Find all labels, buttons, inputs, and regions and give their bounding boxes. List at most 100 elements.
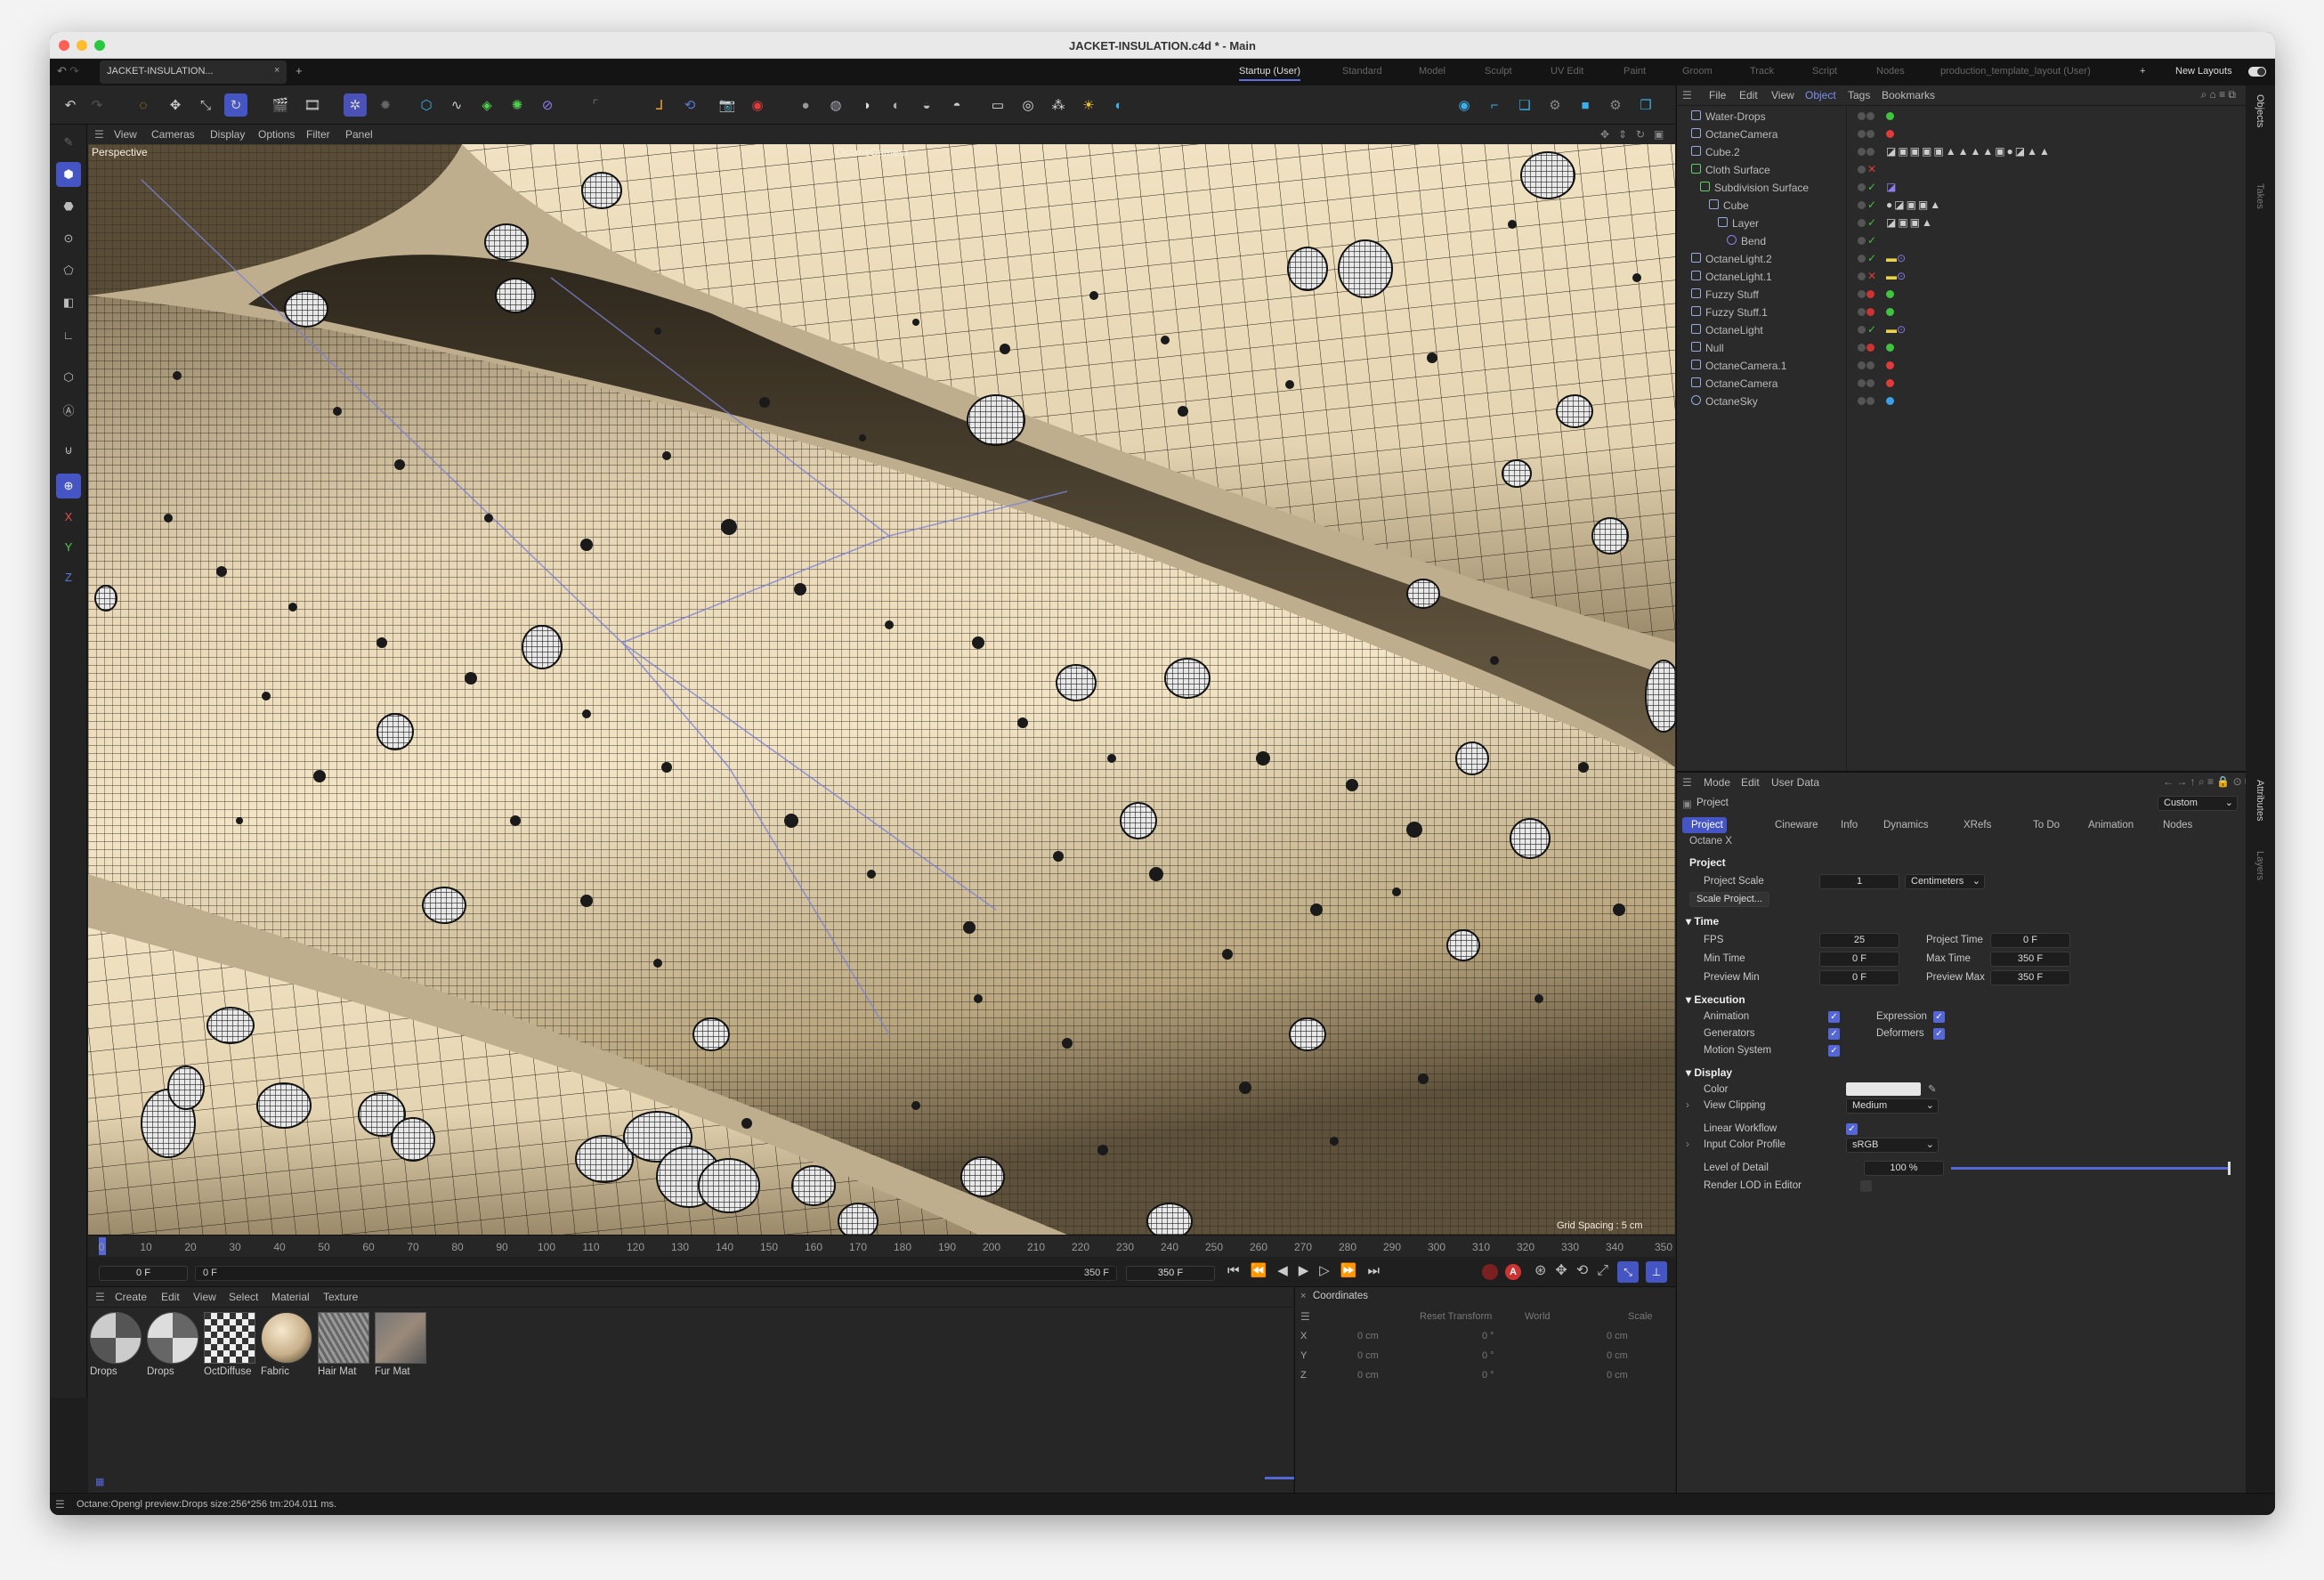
object-row-water-drops[interactable]: Water-Drops: [1677, 108, 2247, 126]
material-drops-1[interactable]: Drops: [90, 1312, 143, 1381]
material-fur[interactable]: Fur Mat: [375, 1312, 428, 1381]
object-row-octanecamera-2[interactable]: OctaneCamera: [1677, 375, 2247, 393]
coordinate-space-select[interactable]: World: [1525, 1311, 1551, 1322]
sky-tag-icon[interactable]: [1886, 397, 1894, 405]
timeline[interactable]: 0 10 20 30 40 50 60 70 80 90 100 110 120…: [88, 1235, 1675, 1286]
camera-tag-icon[interactable]: [1886, 361, 1894, 369]
viewport-menu-view[interactable]: View: [114, 128, 137, 141]
attribute-menu-edit[interactable]: Edit: [1741, 776, 1760, 789]
material-hair[interactable]: Hair Mat: [318, 1312, 371, 1381]
project-time-field[interactable]: 0 F: [1990, 933, 2070, 948]
magnet-snap-icon[interactable]: ⊍: [56, 438, 81, 463]
project-scale-unit-select[interactable]: Centimeters ⌄: [1905, 874, 1985, 889]
preview-max-field[interactable]: 350 F: [1990, 970, 2070, 985]
disabled-icon[interactable]: ✕: [1867, 163, 1876, 175]
object-hamburger-icon[interactable]: ☰: [1682, 89, 1692, 101]
tab-project[interactable]: Project: [1691, 820, 1723, 831]
move-icon[interactable]: ✥: [164, 93, 187, 117]
viewport-maximize-icon[interactable]: ▣: [1654, 128, 1664, 141]
viewport-menu-options[interactable]: Options: [258, 128, 295, 141]
timeline-ruler[interactable]: 0 10 20 30 40 50 60 70 80 90 100 110 120…: [88, 1236, 1675, 1257]
object-row-octanecamera[interactable]: OctaneCamera: [1677, 126, 2247, 143]
keyframe-selection-icon[interactable]: ⊛: [1534, 1263, 1555, 1278]
cube-primitive-icon[interactable]: ⬡: [415, 93, 438, 117]
autokey-icon[interactable]: A: [1505, 1264, 1521, 1280]
layout-model[interactable]: Model: [1419, 66, 1445, 77]
add-layout-icon[interactable]: +: [2140, 66, 2145, 77]
octane-camera-icon[interactable]: ◉: [746, 93, 769, 117]
level-of-detail-field[interactable]: 100 %: [1864, 1161, 1944, 1176]
mix-material-icon[interactable]: ◒: [915, 93, 938, 117]
object-row-cloth-surface[interactable]: Cloth Surface ✕: [1677, 161, 2247, 179]
attribute-menu-user-data[interactable]: User Data: [1771, 776, 1819, 789]
fps-field[interactable]: 25: [1819, 933, 1899, 948]
position-z-field[interactable]: 0 cm: [1357, 1370, 1379, 1381]
add-tab-icon[interactable]: +: [296, 64, 303, 77]
camera-icon[interactable]: 📷: [716, 93, 739, 117]
timeline-settings-icon[interactable]: ⊥: [1646, 1261, 1667, 1283]
layout-production-template[interactable]: production_template_layout (User): [1940, 66, 2091, 77]
object-tag-icon[interactable]: [1886, 308, 1894, 316]
daylight-icon[interactable]: ☀: [1077, 93, 1100, 117]
octane-settings-icon[interactable]: ✹: [374, 93, 397, 117]
viewport-hamburger-icon[interactable]: ☰: [94, 128, 104, 141]
position-y-field[interactable]: 0 cm: [1357, 1350, 1379, 1361]
display-section-toggle[interactable]: ▾ Display: [1686, 1066, 1732, 1079]
deformers-checkbox[interactable]: ✓: [1933, 1028, 1945, 1040]
field-icon[interactable]: ⌜: [584, 93, 607, 117]
scale-z-field[interactable]: 0 cm: [1607, 1370, 1628, 1381]
uv-mode-icon[interactable]: Ⓐ: [56, 397, 81, 422]
previous-keyframe-icon[interactable]: ⏪: [1251, 1263, 1278, 1278]
view-clipping-select[interactable]: Medium ⌄: [1846, 1098, 1939, 1114]
next-keyframe-icon[interactable]: ⏩: [1340, 1263, 1368, 1278]
layout-script[interactable]: Script: [1812, 66, 1837, 77]
z-axis-lock-icon[interactable]: Z: [56, 564, 81, 589]
world-coordinate-icon[interactable]: ⊕: [56, 474, 81, 498]
material-menu-view[interactable]: View: [193, 1291, 216, 1303]
layout-paint[interactable]: Paint: [1624, 66, 1646, 77]
position-key-icon[interactable]: ✥: [1555, 1263, 1575, 1278]
octane-live-viewer-icon[interactable]: ✲: [344, 93, 367, 117]
object-search-icons[interactable]: ⌕ ⌂ ≡ ⧉: [2200, 88, 2236, 101]
layout-standard[interactable]: Standard: [1342, 66, 1382, 77]
object-row-octanelight[interactable]: OctaneLight ✓ ▬ ⊙: [1677, 321, 2247, 339]
layout-groom[interactable]: Groom: [1682, 66, 1713, 77]
layout-nodes[interactable]: Nodes: [1876, 66, 1905, 77]
generators-checkbox[interactable]: ✓: [1828, 1028, 1840, 1040]
object-menu-file[interactable]: File: [1709, 89, 1726, 101]
rotation-z-field[interactable]: 0 °: [1482, 1370, 1494, 1381]
side-tab-objects[interactable]: Objects: [2255, 94, 2265, 127]
object-mode-icon[interactable]: ⬣: [56, 194, 81, 219]
min-time-field[interactable]: 0 F: [1819, 952, 1899, 967]
side-tab-takes[interactable]: Takes: [2255, 183, 2265, 209]
viewport-menu-panel[interactable]: Panel: [345, 128, 373, 141]
record-keys-icon[interactable]: [1482, 1264, 1498, 1280]
position-x-field[interactable]: 0 cm: [1357, 1331, 1379, 1341]
reset-transform-button[interactable]: Reset Transform: [1420, 1311, 1492, 1322]
camera-tag-icon[interactable]: [1886, 379, 1894, 387]
new-layouts-toggle[interactable]: [2248, 67, 2266, 77]
object-row-layer[interactable]: Layer ✓ ◪▣▣▲: [1677, 215, 2247, 232]
viewport-move-icon[interactable]: ⇕: [1618, 128, 1627, 141]
layout-uv-edit[interactable]: UV Edit: [1551, 66, 1583, 77]
make-editable-icon[interactable]: ✎: [56, 130, 81, 155]
linear-workflow-checkbox[interactable]: ✓: [1846, 1123, 1858, 1135]
area-light-icon[interactable]: ▭: [986, 93, 1009, 117]
previous-frame-icon[interactable]: ◀: [1277, 1263, 1299, 1278]
object-row-bend[interactable]: Bend ✓: [1677, 232, 2247, 250]
layout-track[interactable]: Track: [1750, 66, 1774, 77]
subdivision-generator-icon[interactable]: ◈: [475, 93, 498, 117]
object-menu-edit[interactable]: Edit: [1739, 89, 1758, 101]
time-section-toggle[interactable]: ▾ Time: [1686, 915, 1719, 928]
play-icon[interactable]: ▶: [1299, 1263, 1320, 1278]
object-menu-tags[interactable]: Tags: [1848, 89, 1870, 101]
rotate-icon[interactable]: ↻: [224, 93, 247, 117]
render-picture-viewer-icon[interactable]: 🎞: [301, 93, 324, 117]
viewport-menu-display[interactable]: Display: [210, 128, 245, 141]
input-color-profile-select[interactable]: sRGB ⌄: [1846, 1138, 1939, 1153]
enabled-check-icon[interactable]: ✓: [1867, 216, 1876, 229]
cube-2-material-tags[interactable]: ◪▣▣▣▣▲▲▲▲▣●◪▲▲: [1886, 145, 2052, 158]
toolbar-settings-icon[interactable]: ⚙: [1543, 93, 1567, 117]
disabled-icon[interactable]: ✕: [1867, 270, 1876, 282]
object-row-octanelight-2[interactable]: OctaneLight.2 ✓ ▬ ⊙: [1677, 250, 2247, 268]
